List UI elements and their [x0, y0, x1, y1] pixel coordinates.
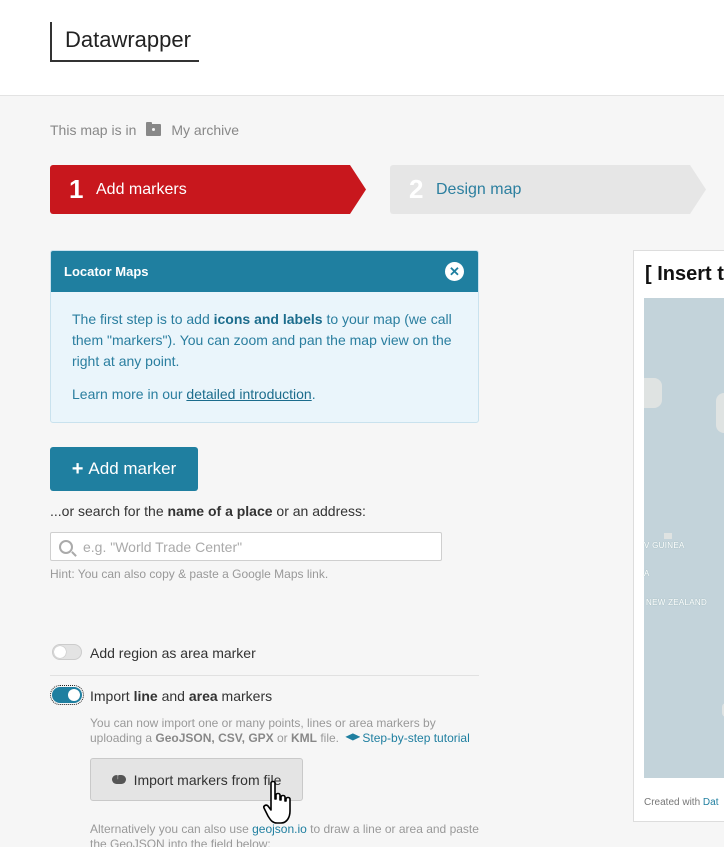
import-label-line: line — [133, 688, 158, 704]
import-desc-or: or — [273, 731, 291, 745]
learn-prefix: Learn more in our — [72, 386, 187, 402]
import-toggle-label[interactable]: Import line and area markers — [90, 688, 272, 704]
learn-more: Learn more in our detailed introduction. — [72, 384, 458, 405]
step-add-markers[interactable]: 1 Add markers — [50, 165, 366, 214]
close-icon[interactable]: ✕ — [445, 262, 464, 281]
land-shape — [644, 378, 662, 408]
step-number: 2 — [409, 174, 424, 204]
step-label: Add markers — [96, 180, 187, 198]
datawrapper-logo[interactable]: Datawrapper — [50, 22, 199, 62]
import-label-mid: and — [157, 688, 189, 704]
alt-text-prefix: Alternatively you can also use — [90, 822, 253, 836]
geojson-io-link[interactable]: geojson.io — [252, 822, 307, 836]
step-number: 1 — [69, 174, 84, 204]
detailed-introduction-link[interactable]: detailed introduction — [186, 386, 311, 402]
alternative-text: Alternatively you can also use geojson.i… — [90, 822, 482, 847]
search-input[interactable] — [83, 538, 423, 555]
search-label-bold: name of a place — [167, 503, 273, 519]
top-bar: Datawrapper — [0, 0, 724, 96]
map-label: V GUINEA — [644, 541, 685, 550]
breadcrumb-prefix: This map is in — [50, 122, 137, 138]
map-label: NEW ZEALAND — [646, 598, 708, 607]
add-marker-button[interactable]: + Add marker — [50, 447, 198, 491]
info-box-body: The first step is to add icons and label… — [51, 292, 478, 405]
search-box[interactable] — [50, 532, 442, 561]
step-design-map[interactable]: 2 Design map — [390, 165, 706, 214]
credit-prefix: Created with — [644, 797, 703, 808]
import-description: You can now import one or many points, l… — [90, 716, 480, 746]
breadcrumb-folder[interactable]: My archive — [171, 122, 239, 138]
breadcrumb: This map is in My archive — [50, 122, 239, 138]
search-label-suffix: or an address: — [272, 503, 366, 519]
map-label: A — [644, 569, 650, 578]
search-label: ...or search for the name of a place or … — [50, 503, 366, 519]
map-canvas[interactable]: V GUINEA A NEW ZEALAND — [644, 298, 724, 778]
add-marker-label: Add marker — [88, 459, 177, 478]
info-text-bold: icons and labels — [213, 311, 323, 327]
info-text-before: The first step is to add — [72, 311, 214, 327]
search-label-prefix: ...or search for the — [50, 503, 168, 519]
tutorial-link[interactable]: Step-by-step tutorial — [362, 731, 469, 745]
info-text: The first step is to add icons and label… — [72, 309, 458, 372]
land-shape — [664, 533, 672, 539]
import-label-area: area — [188, 688, 218, 704]
import-label-prefix: Import — [90, 688, 134, 704]
plus-icon: + — [71, 457, 84, 480]
divider — [50, 675, 479, 676]
land-shape — [716, 393, 724, 433]
region-toggle[interactable] — [52, 644, 82, 660]
preview-credit: Created with Dat — [644, 797, 718, 808]
map-preview: [ Insert t V GUINEA A NEW ZEALAND Create… — [633, 250, 724, 822]
hand-cursor-icon — [263, 780, 291, 824]
import-formats: GeoJSON, CSV, GPX — [155, 731, 274, 745]
import-desc-file: file. — [317, 731, 340, 745]
search-icon — [59, 539, 73, 554]
info-box: Locator Maps ✕ The first step is to add … — [50, 250, 479, 423]
step-label: Design map — [436, 180, 522, 198]
region-toggle-label[interactable]: Add region as area marker — [90, 645, 256, 661]
search-hint: Hint: You can also copy & paste a Google… — [50, 567, 329, 581]
info-box-header: Locator Maps ✕ — [51, 251, 478, 292]
credit-link[interactable]: Dat — [703, 797, 719, 808]
import-format-kml: KML — [291, 731, 317, 745]
cloud-upload-icon — [111, 771, 126, 784]
import-toggle[interactable] — [50, 685, 84, 705]
import-button-label: Import markers from file — [133, 771, 282, 788]
learn-suffix: . — [311, 386, 316, 402]
graduation-cap-icon — [345, 733, 361, 741]
info-box-title: Locator Maps — [64, 264, 149, 279]
folder-icon — [146, 122, 162, 136]
import-label-suffix: markers — [217, 688, 273, 704]
preview-title: [ Insert t — [645, 263, 724, 285]
